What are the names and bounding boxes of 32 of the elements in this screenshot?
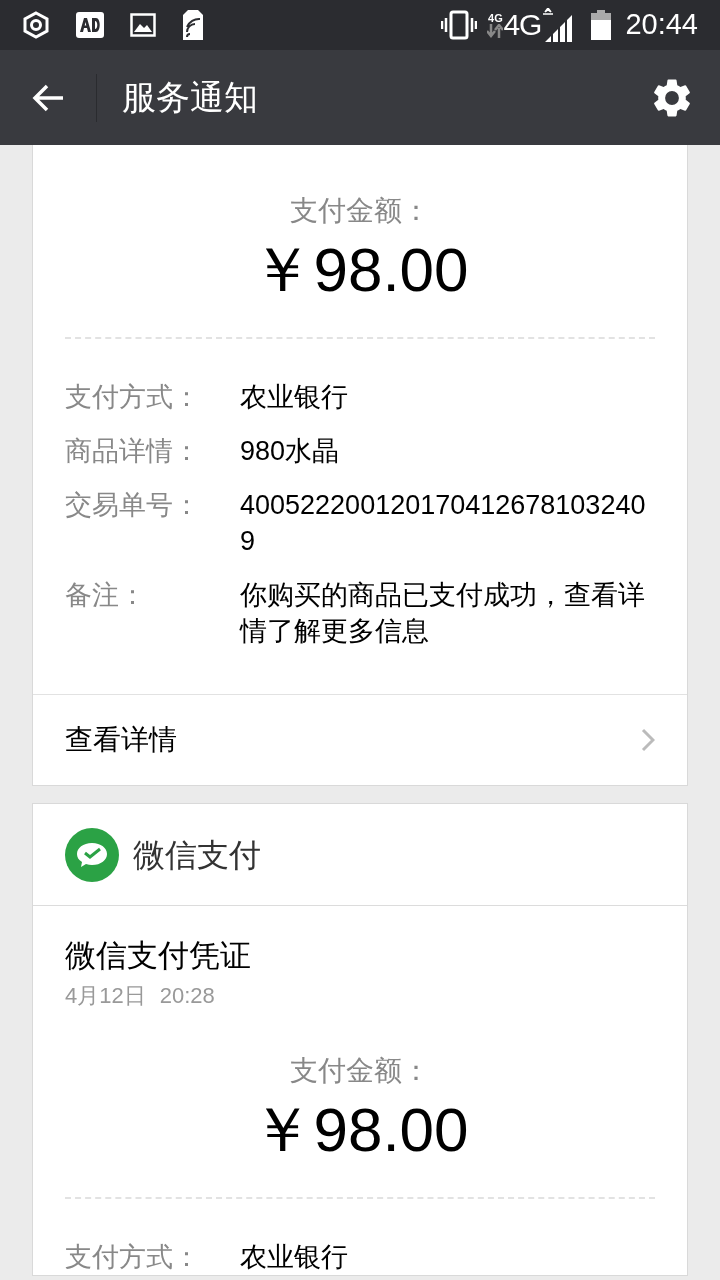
detail-label: 商品详情： — [65, 435, 201, 468]
screen-title: 服务通知 — [122, 77, 259, 118]
detail-value: 4005222001201704126781032409 — [240, 489, 647, 558]
arrow-left-icon — [31, 82, 65, 113]
view-details-link[interactable]: 查看详情 — [33, 695, 687, 785]
detail-value: 你购买的商品已支付成功，查看详情了解更多信息 — [240, 579, 646, 648]
detail-label: 备注： — [65, 579, 147, 612]
amount-value: ￥98.00 — [250, 1099, 470, 1161]
receipt-time: 20:28 — [159, 985, 215, 1007]
network-type: 4G — [503, 10, 542, 40]
hexagon-icon — [22, 11, 50, 39]
tag-icon — [182, 9, 204, 41]
detail-value: 农业银行 — [240, 1241, 349, 1274]
vibrate-icon — [441, 10, 478, 40]
receipt-date: 4月12日 — [65, 985, 146, 1007]
data-arrows-icon — [487, 23, 504, 38]
chevron-right-icon — [641, 728, 655, 752]
amount-value: ￥98.00 — [250, 239, 470, 301]
amount-label: 支付金额： — [289, 1057, 431, 1085]
image-icon — [130, 13, 156, 37]
detail-label: 支付方式： — [65, 381, 201, 414]
detail-value: 980水晶 — [240, 435, 341, 468]
network-type: 4G — [488, 12, 503, 24]
clock-time: 20:44 — [625, 7, 698, 43]
amount-label: 支付金额： — [289, 197, 431, 225]
detail-label: 支付方式： — [65, 1241, 201, 1274]
ad-icon — [76, 12, 104, 38]
battery-icon — [591, 10, 612, 40]
app-name: 微信支付 — [133, 835, 261, 875]
detail-label: 交易单号： — [65, 489, 201, 522]
detail-value: 农业银行 — [240, 381, 349, 414]
receipt-title: 微信支付凭证 — [64, 940, 252, 971]
